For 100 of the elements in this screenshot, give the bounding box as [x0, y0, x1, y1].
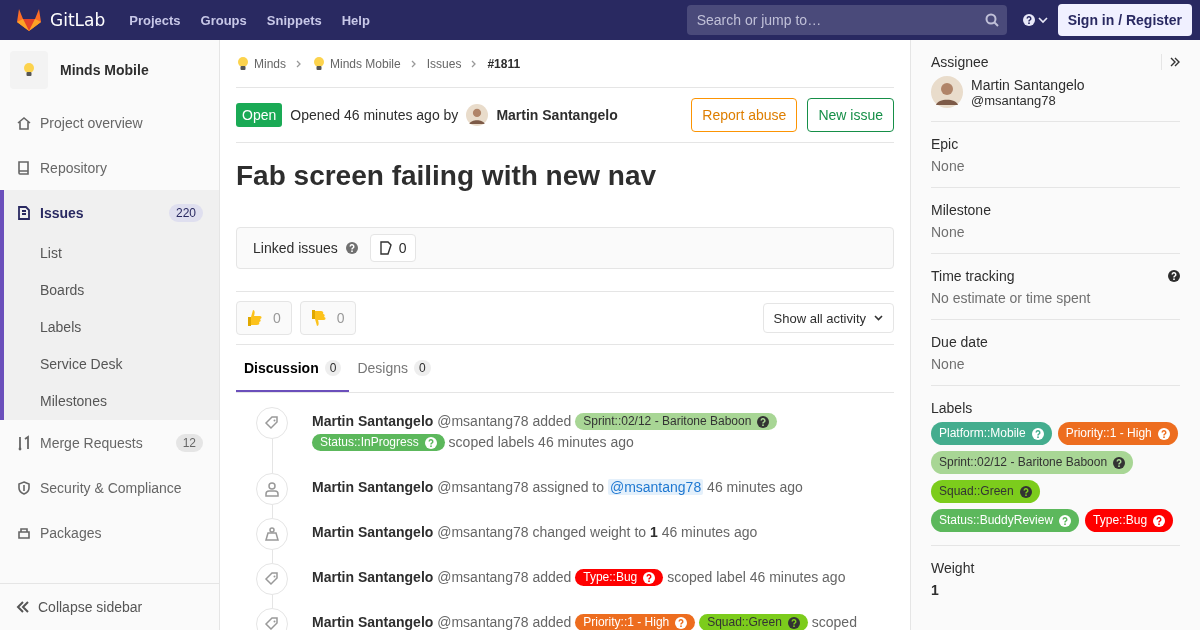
linked-issues-count[interactable]: 0: [369, 234, 416, 262]
issues-icon: [16, 204, 32, 221]
nav-link[interactable]: Help: [341, 12, 370, 28]
sidebar-item[interactable]: Project overview: [0, 100, 219, 145]
section-value: None: [931, 158, 965, 174]
tag-icon: [264, 616, 280, 630]
book-icon: [16, 159, 32, 176]
thumbs-up-icon: [247, 309, 263, 327]
sidebar-subitem[interactable]: List: [4, 235, 219, 272]
help-icon: [1153, 514, 1166, 527]
username: @msantang78: [437, 614, 529, 630]
weight-icon: [264, 526, 280, 542]
tab[interactable]: Designs 0: [349, 345, 439, 392]
status-badge: Open: [236, 103, 283, 127]
nav-link[interactable]: Snippets: [266, 12, 322, 28]
author-link[interactable]: Martin Santangelo: [312, 479, 434, 495]
breadcrumb-link[interactable]: Minds: [254, 56, 286, 71]
search-icon: [984, 13, 999, 27]
sidebar-subitem[interactable]: Milestones: [4, 383, 219, 420]
chevron-icon: [296, 59, 302, 68]
search-field[interactable]: Search or jump to…: [686, 5, 1007, 35]
help-icon: [1113, 456, 1126, 469]
activity-text: added: [532, 614, 572, 630]
count-badge: 220: [168, 203, 203, 222]
activity-text: scoped labels 46 minutes ago: [448, 434, 634, 450]
activity-text: changed weight to: [532, 524, 647, 540]
author-link[interactable]: Martin Santangelo: [312, 413, 434, 429]
count-badge: 0: [414, 359, 431, 376]
label-tag[interactable]: Squad::Green: [931, 480, 1040, 503]
activity-text: scoped label 46 minutes ago: [667, 569, 846, 585]
help-icon: [1022, 14, 1035, 26]
chevron-icon: [410, 59, 417, 68]
user-icon: [265, 481, 279, 497]
section-heading: Assignee: [931, 54, 989, 70]
breadcrumb-link[interactable]: Issues: [426, 56, 462, 71]
help-icon: [345, 242, 358, 254]
help-icon: [757, 415, 770, 428]
thumbs-down-icon: [310, 309, 327, 327]
help-icon: [1157, 427, 1170, 440]
avatar: [466, 104, 489, 126]
breadcrumb-link[interactable]: #1811: [487, 56, 521, 71]
sidebar-item[interactable]: Merge Requests 12: [0, 420, 219, 465]
sidebar-subitem[interactable]: Labels: [4, 309, 219, 346]
activity-text: added: [532, 413, 572, 429]
weight-value: 1: [649, 524, 658, 540]
project-name[interactable]: Minds Mobile: [60, 62, 149, 78]
help-icon: [643, 571, 656, 584]
brand-name[interactable]: GitLab: [50, 10, 106, 30]
label-tag[interactable]: Type::Bug: [575, 569, 664, 586]
author-link[interactable]: Martin Santangelo: [496, 107, 618, 123]
count-badge: 0: [324, 359, 342, 376]
section-value: None: [931, 356, 965, 372]
username: @msantang78: [437, 524, 529, 540]
tag-icon: [264, 571, 280, 587]
label-tag[interactable]: Squad::Green: [699, 614, 808, 630]
help-icon: [675, 616, 688, 629]
chevron-icon: [471, 59, 478, 68]
sign-in-button[interactable]: Sign in / Register: [1057, 4, 1192, 36]
breadcrumb-link[interactable]: Minds Mobile: [330, 56, 401, 71]
activity-text: 46 minutes ago: [707, 479, 803, 495]
issue-icon: [378, 241, 393, 255]
author-link[interactable]: Martin Santangelo: [312, 614, 434, 630]
sidebar-item[interactable]: Packages: [0, 510, 219, 555]
help-icon: [787, 616, 800, 629]
section-heading: Labels: [931, 400, 973, 416]
author-link[interactable]: Martin Santangelo: [312, 524, 434, 540]
activity-text: assigned to: [532, 479, 605, 495]
merge-request-icon: [16, 434, 32, 451]
help-icon: [1168, 270, 1180, 282]
help-icon: [1059, 514, 1072, 527]
count-badge: 12: [175, 433, 203, 452]
sidebar-item[interactable]: Repository: [0, 145, 219, 190]
search-input[interactable]: Search or jump to…: [694, 11, 985, 29]
sidebar-subitem[interactable]: Service Desk: [4, 346, 219, 383]
section-heading: Due date: [931, 334, 988, 350]
sidebar-subitem[interactable]: Boards: [4, 272, 219, 309]
weight-value: 1: [931, 582, 939, 598]
tag-icon: [264, 415, 280, 431]
expand-icon[interactable]: [1170, 57, 1180, 67]
linked-issues-heading: Linked issues: [253, 240, 338, 256]
activity-filter-dropdown[interactable]: Show all activity: [762, 303, 894, 333]
nav-link[interactable]: Projects: [129, 12, 181, 28]
username: @msantang78: [437, 479, 529, 495]
assignee-name[interactable]: Martin Santangelo: [971, 76, 1085, 93]
caret-icon: [874, 315, 883, 321]
caret-icon[interactable]: [1037, 16, 1048, 24]
activity-text: added: [532, 569, 572, 585]
label-tag[interactable]: Sprint::02/12 - Baritone Baboon: [931, 451, 1134, 474]
tab[interactable]: Discussion 0: [236, 345, 350, 392]
author-link[interactable]: Martin Santangelo: [312, 569, 434, 585]
label-tag[interactable]: Type::Bug: [1085, 509, 1174, 532]
sidebar-item[interactable]: Security & Compliance: [0, 465, 219, 510]
opened-text: Opened 46 minutes ago by: [290, 107, 459, 123]
user-mention-link[interactable]: @msantang78: [607, 479, 704, 495]
new-issue-button[interactable]: New issue: [807, 98, 894, 132]
nav-link[interactable]: Groups: [200, 12, 247, 28]
avatar: [931, 76, 963, 108]
label-tag[interactable]: Sprint::02/12 - Baritone Baboon: [575, 413, 778, 430]
section-value: None: [931, 224, 965, 240]
section-heading: Time tracking: [931, 268, 1015, 284]
